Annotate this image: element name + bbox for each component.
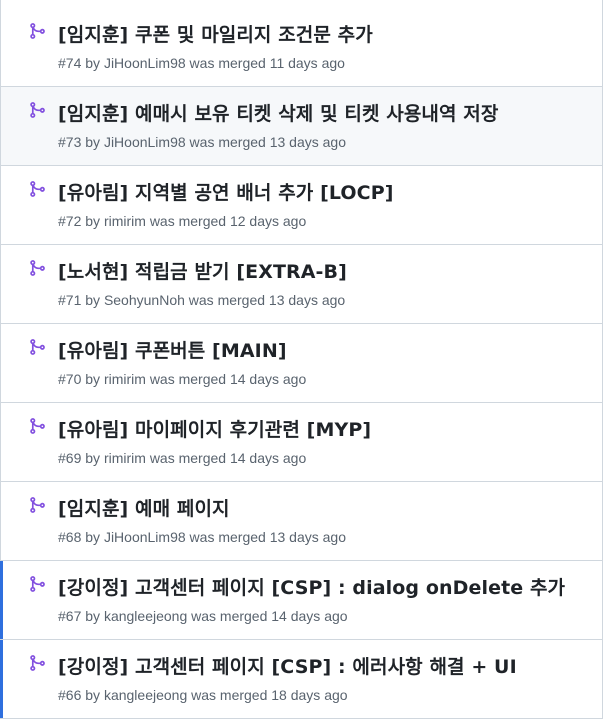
pr-number: #74 bbox=[58, 55, 82, 71]
pr-status: was merged 11 days ago bbox=[189, 55, 345, 71]
pull-request-list: [임지훈] 쿠폰 및 마일리지 조건문 추가 #74 by JiHoonLim9… bbox=[0, 0, 603, 719]
pr-title[interactable]: [노서현] 적립금 받기 [EXTRA-B] bbox=[58, 257, 347, 284]
pr-number: #73 bbox=[58, 134, 82, 150]
git-merge-icon bbox=[28, 575, 46, 593]
pr-meta: #71 by SeohyunNoh was merged 13 days ago bbox=[58, 292, 345, 308]
pr-by: by bbox=[85, 371, 101, 387]
pr-meta: #73 by JiHoonLim98 was merged 13 days ag… bbox=[58, 134, 346, 150]
pr-status: was merged 14 days ago bbox=[191, 608, 348, 624]
pr-meta: #72 by rimirim was merged 12 days ago bbox=[58, 213, 306, 229]
pr-author[interactable]: JiHoonLim98 bbox=[104, 55, 186, 71]
pr-number: #69 bbox=[58, 450, 82, 466]
pr-author[interactable]: JiHoonLim98 bbox=[104, 134, 186, 150]
git-merge-icon bbox=[28, 22, 46, 40]
pr-author[interactable]: rimirim bbox=[104, 213, 146, 229]
git-merge-icon bbox=[28, 101, 46, 119]
pr-number: #68 bbox=[58, 529, 82, 545]
pr-author[interactable]: JiHoonLim98 bbox=[104, 529, 186, 545]
pr-row-71[interactable]: [노서현] 적립금 받기 [EXTRA-B] #71 by SeohyunNoh… bbox=[0, 245, 603, 324]
git-merge-icon bbox=[28, 417, 46, 435]
pr-status: was merged 18 days ago bbox=[191, 687, 348, 703]
pr-row-69[interactable]: [유아림] 마이페이지 후기관련 [MYP] #69 by rimirim wa… bbox=[0, 403, 603, 482]
git-merge-icon bbox=[28, 654, 46, 672]
pr-by: by bbox=[85, 55, 101, 71]
pr-by: by bbox=[85, 134, 101, 150]
pr-number: #71 bbox=[58, 292, 82, 308]
pr-title[interactable]: [유아림] 마이페이지 후기관련 [MYP] bbox=[58, 415, 371, 442]
git-merge-icon bbox=[28, 496, 46, 514]
pr-title[interactable]: [강이정] 고객센터 페이지 [CSP] : dialog onDelete 추… bbox=[58, 573, 565, 600]
pr-title[interactable]: [강이정] 고객센터 페이지 [CSP] : 에러사항 해결 + UI bbox=[58, 652, 517, 679]
pr-meta: #66 by kangleejeong was merged 18 days a… bbox=[58, 687, 348, 703]
pr-title[interactable]: [유아림] 지역별 공연 배너 추가 [LOCP] bbox=[58, 178, 394, 205]
git-merge-icon bbox=[28, 338, 46, 356]
pr-number: #66 bbox=[58, 687, 82, 703]
git-merge-icon bbox=[28, 180, 46, 198]
pr-status: was merged 14 days ago bbox=[149, 450, 307, 466]
pr-by: by bbox=[85, 292, 101, 308]
pr-author[interactable]: kangleejeong bbox=[104, 687, 187, 703]
pr-by: by bbox=[85, 608, 101, 624]
pr-author[interactable]: rimirim bbox=[104, 450, 146, 466]
pr-row-74[interactable]: [임지훈] 쿠폰 및 마일리지 조건문 추가 #74 by JiHoonLim9… bbox=[0, 0, 603, 87]
pr-row-73[interactable]: [임지훈] 예매시 보유 티켓 삭제 및 티켓 사용내역 저장 #73 by J… bbox=[0, 87, 603, 166]
pr-number: #70 bbox=[58, 371, 82, 387]
pr-title[interactable]: [유아림] 쿠폰버튼 [MAIN] bbox=[58, 336, 287, 363]
pr-meta: #67 by kangleejeong was merged 14 days a… bbox=[58, 608, 348, 624]
pr-title[interactable]: [임지훈] 예매 페이지 bbox=[58, 494, 230, 521]
pr-title[interactable]: [임지훈] 쿠폰 및 마일리지 조건문 추가 bbox=[58, 20, 373, 47]
pr-by: by bbox=[85, 213, 101, 229]
git-merge-icon bbox=[28, 259, 46, 277]
pr-row-72[interactable]: [유아림] 지역별 공연 배너 추가 [LOCP] #72 by rimirim… bbox=[0, 166, 603, 245]
pr-status: was merged 12 days ago bbox=[149, 213, 307, 229]
pr-by: by bbox=[85, 687, 101, 703]
pr-author[interactable]: SeohyunNoh bbox=[104, 292, 185, 308]
pr-by: by bbox=[85, 529, 101, 545]
pr-status: was merged 13 days ago bbox=[188, 292, 346, 308]
pr-meta: #70 by rimirim was merged 14 days ago bbox=[58, 371, 306, 387]
pr-title[interactable]: [임지훈] 예매시 보유 티켓 삭제 및 티켓 사용내역 저장 bbox=[58, 99, 498, 126]
pr-meta: #69 by rimirim was merged 14 days ago bbox=[58, 450, 306, 466]
pr-author[interactable]: kangleejeong bbox=[104, 608, 187, 624]
pr-row-67[interactable]: [강이정] 고객센터 페이지 [CSP] : dialog onDelete 추… bbox=[0, 561, 603, 640]
pr-meta: #68 by JiHoonLim98 was merged 13 days ag… bbox=[58, 529, 346, 545]
pr-status: was merged 13 days ago bbox=[189, 134, 346, 150]
pr-number: #67 bbox=[58, 608, 82, 624]
pr-status: was merged 14 days ago bbox=[149, 371, 307, 387]
pr-by: by bbox=[85, 450, 101, 466]
pr-row-68[interactable]: [임지훈] 예매 페이지 #68 by JiHoonLim98 was merg… bbox=[0, 482, 603, 561]
pr-author[interactable]: rimirim bbox=[104, 371, 146, 387]
pr-meta: #74 by JiHoonLim98 was merged 11 days ag… bbox=[58, 55, 345, 71]
pr-row-70[interactable]: [유아림] 쿠폰버튼 [MAIN] #70 by rimirim was mer… bbox=[0, 324, 603, 403]
pr-status: was merged 13 days ago bbox=[189, 529, 346, 545]
pr-row-66[interactable]: [강이정] 고객센터 페이지 [CSP] : 에러사항 해결 + UI #66 … bbox=[0, 640, 603, 719]
pr-number: #72 bbox=[58, 213, 82, 229]
